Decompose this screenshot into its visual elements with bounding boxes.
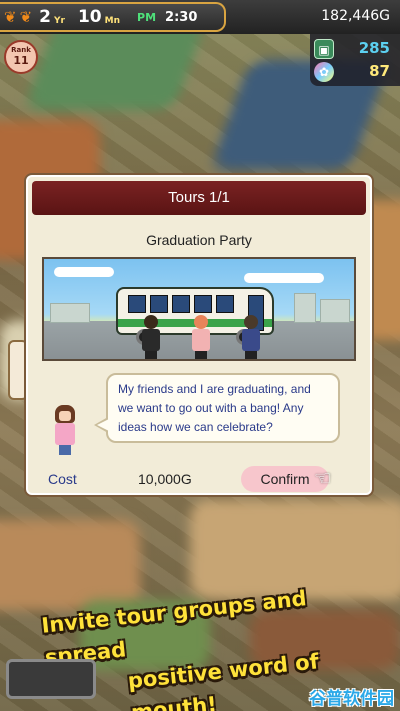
bus-window [194,295,212,313]
tour-name: Graduation Party [146,232,252,248]
cloud [54,267,114,277]
cost-value: 10,000G [138,471,192,487]
building-blob [0,520,140,610]
student-figure [240,315,262,359]
month-unit: Mn [104,16,121,26]
student-figure [190,315,212,359]
speech-bubble-tail-inner [97,419,109,431]
rank-label: Rank [11,46,31,54]
figure-head [244,315,258,329]
figure-legs [195,351,207,359]
medal-icon: ✿ [314,62,334,82]
bottom-menu-button[interactable] [6,659,96,699]
side-menu-tab[interactable] [8,340,28,400]
site-watermark: 谷普软件园 [309,689,394,709]
student-figure [140,315,162,359]
rank-badge[interactable]: Rank 11 [4,40,38,74]
rank-value: 11 [13,54,29,67]
dialog-title: Tours 1/1 [32,181,366,215]
figure-legs [245,351,257,359]
avatar-legs [59,445,71,455]
maple-leaf-icon: ❦ [4,7,17,26]
medal-count: 87 [369,62,390,80]
cost-label: Cost [48,471,77,487]
bus-window [172,295,190,313]
money-counter: 182,446G [321,8,390,24]
cloud [244,273,324,283]
month-value: 10 [77,7,102,27]
year-value: 2 [39,7,51,27]
bus-window [128,295,146,313]
bus-window [150,295,168,313]
status-bar: ❦ ❦ 2 Yr 10 Mn PM 2:30 182,446G [0,0,400,34]
tour-dialog: Tours 1/1 Graduation Party My friends an… [26,175,372,495]
figure-head [144,315,158,329]
avatar-face [59,411,71,421]
customer-avatar [50,405,80,465]
maple-leaf-icon: ❦ [19,7,33,26]
ticket-row[interactable]: ▣ 285 [310,37,400,61]
figure-body [242,329,260,351]
clock-time: 2:30 [165,9,198,25]
speech-bubble: My friends and I are graduating, and we … [106,373,340,443]
resources-panel: ▣ 285 ✿ 87 [310,34,400,86]
figure-body [192,329,210,351]
avatar-head [55,405,75,423]
building [294,293,316,323]
ticket-count: 285 [358,39,390,57]
building [320,299,350,323]
medal-row[interactable]: ✿ 87 [310,60,400,84]
avatar-body [55,423,75,445]
figure-legs [145,351,157,359]
year-unit: Yr [54,16,65,26]
date-time-box: ❦ ❦ 2 Yr 10 Mn PM 2:30 [0,2,226,32]
bus-window [216,295,234,313]
tour-bus-illustration [42,257,356,361]
ampm-label: PM [137,10,157,24]
building [50,303,90,323]
ticket-icon: ▣ [314,39,334,59]
figure-head [194,315,208,329]
pointing-hand-icon: ☜ [314,466,332,490]
figure-body [142,329,160,351]
